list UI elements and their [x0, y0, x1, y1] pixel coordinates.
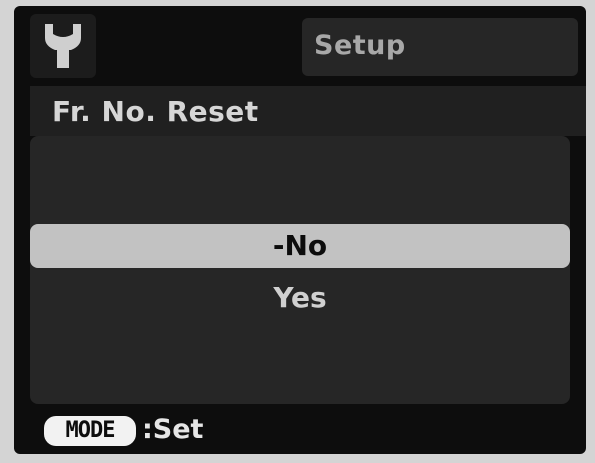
- menu-title: Setup: [314, 30, 406, 61]
- footer-action-text: :Set: [142, 414, 204, 445]
- options-panel: -No Yes: [30, 136, 570, 404]
- setting-header: Fr. No. Reset: [30, 86, 586, 136]
- menu-title-box: Setup: [302, 18, 578, 76]
- footer-hint: MODE :Set: [30, 410, 586, 454]
- camera-display-frame: Setup Fr. No. Reset -No Yes MODE :Set: [0, 0, 595, 463]
- wrench-icon: [45, 24, 81, 68]
- option-no[interactable]: -No: [30, 224, 570, 268]
- option-yes[interactable]: Yes: [30, 276, 570, 320]
- setting-title: Fr. No. Reset: [52, 95, 259, 128]
- lcd-screen: Setup Fr. No. Reset -No Yes MODE :Set: [14, 6, 586, 454]
- mode-button-badge: MODE: [44, 416, 136, 446]
- setup-tab[interactable]: [30, 14, 96, 78]
